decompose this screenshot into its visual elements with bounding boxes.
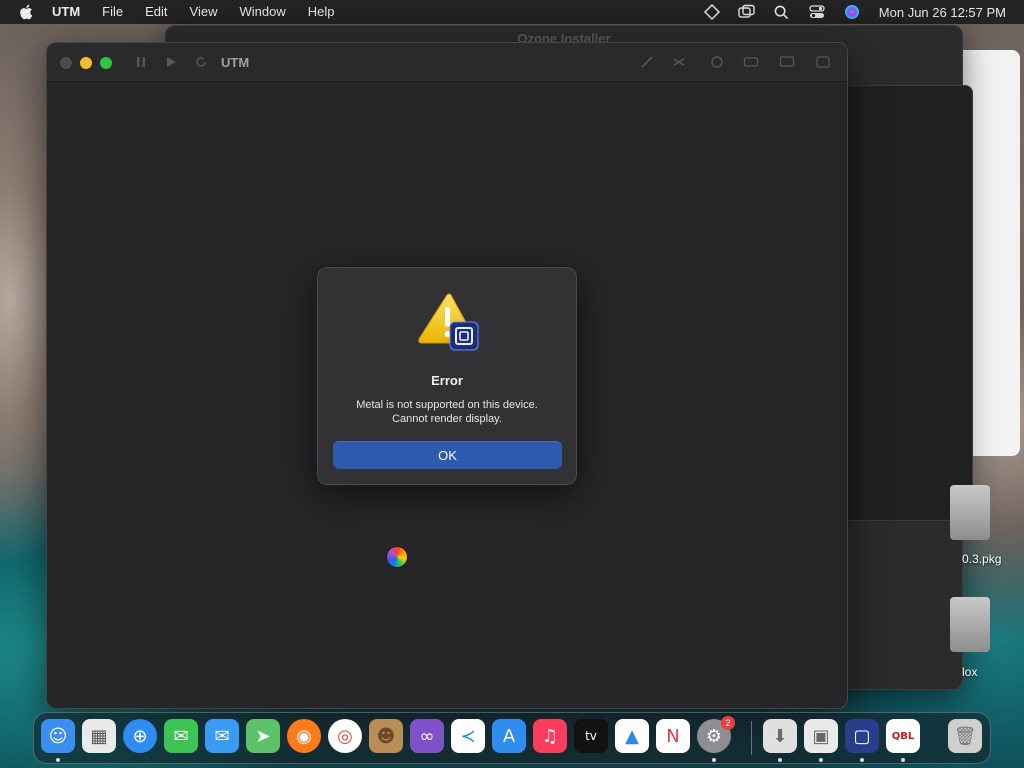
app-store-glyph: A bbox=[502, 725, 516, 747]
dock-qbl-icon[interactable]: QBL bbox=[886, 719, 920, 753]
desktop-file-icon[interactable] bbox=[950, 485, 990, 540]
search-icon[interactable] bbox=[773, 3, 791, 21]
system-settings-glyph: ⚙ bbox=[705, 725, 723, 747]
dock-running-indicator bbox=[819, 758, 823, 762]
maps-glyph: ➤ bbox=[255, 725, 271, 747]
pause-icon[interactable] bbox=[133, 54, 149, 70]
music-glyph: ♫ bbox=[541, 725, 559, 747]
dock-news-icon[interactable]: N bbox=[656, 719, 690, 753]
finder-glyph: ☺ bbox=[48, 725, 68, 747]
desktop-file-label[interactable]: 0.3.pkg bbox=[962, 552, 1001, 566]
background-window-panel[interactable] bbox=[840, 85, 973, 521]
utm-titlebar: UTM bbox=[47, 43, 847, 82]
menu-file[interactable]: File bbox=[102, 0, 123, 24]
keynote-glyph: ▲ bbox=[625, 725, 639, 747]
desktop-file-label[interactable]: lox bbox=[962, 665, 977, 679]
menu-window[interactable]: Window bbox=[239, 0, 285, 24]
zoom-button[interactable] bbox=[100, 57, 112, 69]
minimize-button[interactable] bbox=[80, 57, 92, 69]
dock-safari-icon[interactable]: ⊕ bbox=[123, 719, 157, 753]
dock-utm-icon[interactable]: ▢ bbox=[845, 719, 879, 753]
messages-glyph: ✉ bbox=[173, 725, 189, 747]
dock-maps-icon[interactable]: ➤ bbox=[246, 719, 280, 753]
downloads-glyph: ⬇ bbox=[772, 725, 788, 747]
dock-vscode-icon[interactable]: ≺ bbox=[451, 719, 485, 753]
siri-icon[interactable] bbox=[843, 3, 861, 21]
dock-keynote-icon[interactable]: ▲ bbox=[615, 719, 649, 753]
dock-downloads-icon[interactable]: ⬇ bbox=[763, 719, 797, 753]
safari-glyph: ⊕ bbox=[132, 725, 148, 747]
menu-help[interactable]: Help bbox=[308, 0, 335, 24]
restart-icon[interactable] bbox=[193, 54, 209, 70]
resize-icon[interactable] bbox=[815, 54, 831, 70]
dock-trash-icon[interactable]: 🗑 bbox=[948, 719, 982, 753]
warning-icon bbox=[417, 293, 481, 353]
dock-mail-icon[interactable]: ✉ bbox=[205, 719, 239, 753]
chrome-glyph: ◎ bbox=[337, 725, 353, 747]
dock-separator bbox=[751, 721, 752, 755]
dock-installer-icon[interactable]: ▣ bbox=[804, 719, 838, 753]
window-overlap-icon[interactable] bbox=[738, 3, 756, 21]
menu-bar-extras: Mon Jun 26 12:57 PM bbox=[686, 0, 1006, 24]
dock-messages-icon[interactable]: ✉ bbox=[164, 719, 198, 753]
news-glyph: N bbox=[666, 725, 680, 747]
dock-visual-studio-icon[interactable]: ∞ bbox=[410, 719, 444, 753]
dock-running-indicator bbox=[712, 758, 716, 762]
mail-glyph: ✉ bbox=[214, 725, 230, 747]
dock-firefox-icon[interactable]: ◉ bbox=[287, 719, 321, 753]
dock-launchpad-icon[interactable]: ▦ bbox=[82, 719, 116, 753]
play-icon[interactable] bbox=[163, 54, 179, 70]
menu-bar: UTM File Edit View Window Help Mon Jun 2… bbox=[0, 0, 1024, 24]
utm-window-title: UTM bbox=[221, 55, 250, 70]
tv-label: tv bbox=[585, 729, 597, 743]
ok-button[interactable]: OK bbox=[333, 441, 562, 469]
launchpad-glyph: ▦ bbox=[90, 725, 108, 747]
dock-chrome-icon[interactable]: ◎ bbox=[328, 719, 362, 753]
keyboard-icon[interactable] bbox=[743, 54, 759, 70]
visual-studio-glyph: ∞ bbox=[419, 725, 435, 747]
display-icon[interactable] bbox=[779, 54, 795, 70]
dock-music-icon[interactable]: ♫ bbox=[533, 719, 567, 753]
menu-edit[interactable]: Edit bbox=[145, 0, 167, 24]
drive-icon[interactable] bbox=[671, 54, 687, 70]
dock-running-indicator bbox=[901, 758, 905, 762]
loading-spinner-cursor bbox=[387, 547, 407, 567]
error-alert-dialog: Error Metal is not supported on this dev… bbox=[316, 266, 578, 486]
shared-folder-icon[interactable] bbox=[709, 54, 725, 70]
firefox-glyph: ◉ bbox=[296, 725, 312, 747]
vscode-glyph: ≺ bbox=[460, 725, 476, 747]
alert-title: Error bbox=[431, 373, 463, 388]
menu-clock[interactable]: Mon Jun 26 12:57 PM bbox=[879, 5, 1006, 20]
qbl-label: QBL bbox=[891, 730, 915, 742]
dock-finder-icon[interactable]: ☺ bbox=[41, 719, 75, 753]
contacts-glyph: ☻ bbox=[376, 725, 396, 747]
desktop-file-icon[interactable] bbox=[950, 597, 990, 652]
dock-tv-icon[interactable]: tv bbox=[574, 719, 608, 753]
dock-app-store-icon[interactable]: A bbox=[492, 719, 526, 753]
dock: ☺ ▦ ⊕ ✉ ✉ ➤ ◉ ◎ ☻ ∞ ≺ A ♫ tv ▲ N ⚙ 2 ⬇ ▣ ▢ QBL 🗑 bbox=[33, 712, 991, 764]
notification-badge: 2 bbox=[721, 716, 735, 730]
control-center-icon[interactable] bbox=[808, 3, 826, 21]
trash-glyph: 🗑 bbox=[953, 725, 977, 747]
alert-message-line: Cannot render display. bbox=[392, 413, 502, 425]
dock-running-indicator bbox=[860, 758, 864, 762]
dock-running-indicator bbox=[778, 758, 782, 762]
menu-view[interactable]: View bbox=[190, 0, 218, 24]
menu-app-name[interactable]: UTM bbox=[52, 0, 80, 24]
diamond-icon[interactable] bbox=[703, 3, 721, 21]
alert-message: Metal is not supported on this device. C… bbox=[327, 398, 567, 426]
dock-contacts-icon[interactable]: ☻ bbox=[369, 719, 403, 753]
close-button[interactable] bbox=[60, 57, 72, 69]
installer-glyph: ▣ bbox=[812, 725, 830, 747]
alert-message-line: Metal is not supported on this device. bbox=[356, 399, 538, 411]
dock-running-indicator bbox=[56, 758, 60, 762]
usb-icon[interactable] bbox=[639, 54, 655, 70]
utm-glyph: ▢ bbox=[853, 725, 871, 747]
apple-icon[interactable] bbox=[18, 3, 36, 21]
